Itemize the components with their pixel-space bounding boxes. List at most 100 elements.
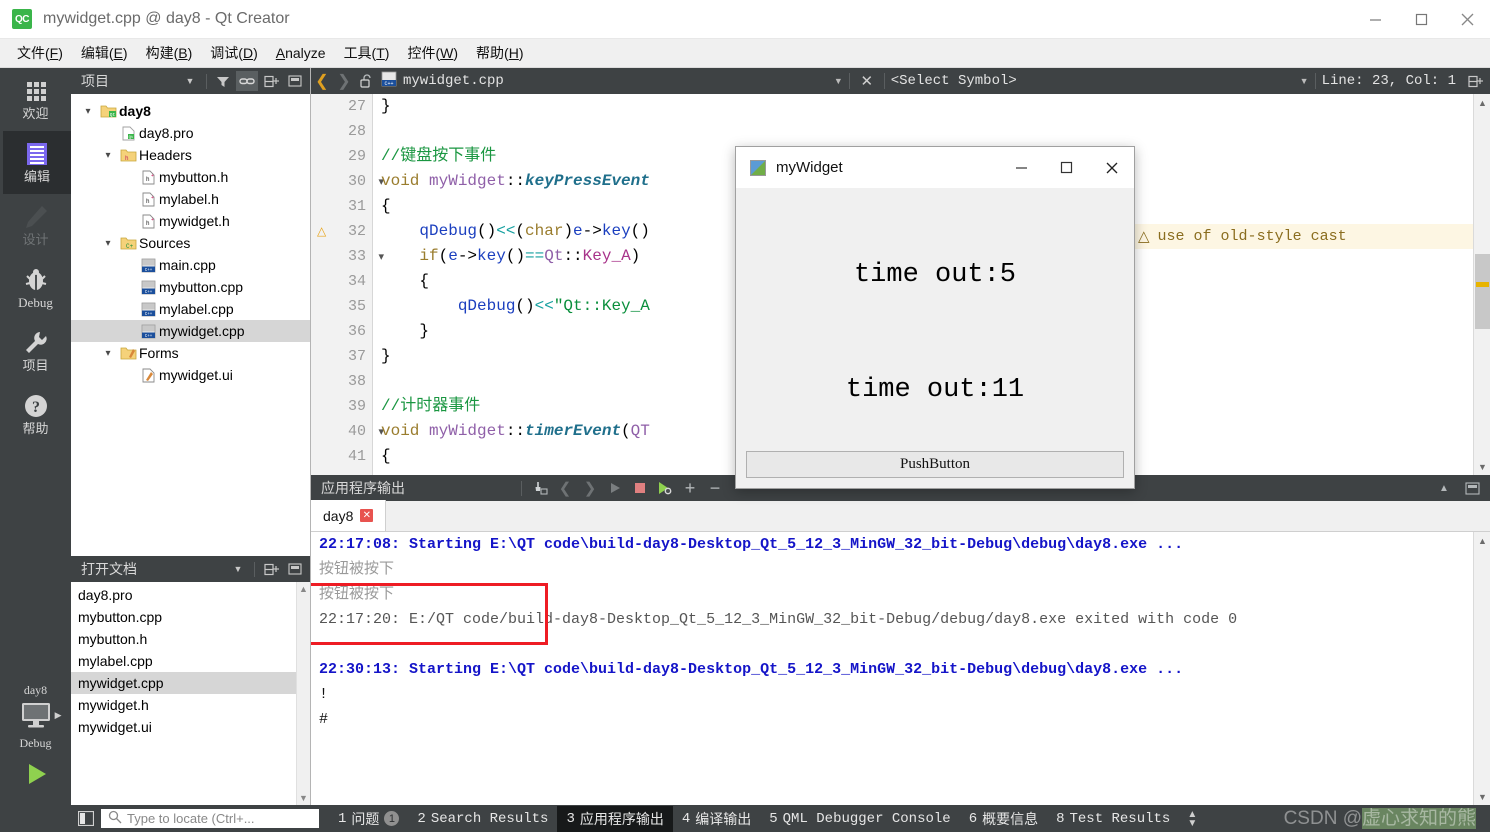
mywidget-dialog[interactable]: myWidget time out:5 time out:11 PushButt… xyxy=(735,146,1135,489)
chevron-down-icon[interactable]: ▾ xyxy=(99,238,117,249)
mode-编辑[interactable]: 编辑 xyxy=(0,131,71,194)
menu-item-3[interactable]: 调试(D) xyxy=(201,40,266,66)
scroll-down-arrow-icon[interactable]: ▼ xyxy=(1474,458,1490,475)
project-tree-item-mybutton-h[interactable]: h + mybutton.h xyxy=(71,166,310,188)
mode-欢迎[interactable]: 欢迎 xyxy=(0,68,71,131)
chevron-down-icon[interactable]: ▾ xyxy=(99,348,117,359)
zoom-in-icon[interactable]: + xyxy=(678,477,702,499)
statusbar-item-3[interactable]: 3 应用程序输出 xyxy=(557,805,673,832)
scroll-up-arrow-icon[interactable]: ▲ xyxy=(1474,532,1490,549)
mode-Debug[interactable]: Debug xyxy=(0,257,71,320)
close-pane-icon[interactable] xyxy=(284,71,306,91)
minimize-icon[interactable] xyxy=(1352,0,1398,39)
open-document-mybutton-cpp[interactable]: mybutton.cpp xyxy=(71,606,310,628)
statusbar-item-5[interactable]: 5 QML Debugger Console xyxy=(760,808,959,830)
statusbar-item-1[interactable]: 1 问题 1 xyxy=(329,806,408,832)
project-tree-item-Sources[interactable]: ▾ C+ Sources xyxy=(71,232,310,254)
zoom-out-icon[interactable]: − xyxy=(703,477,727,499)
project-tree-item-Forms[interactable]: ▾ Forms xyxy=(71,342,310,364)
editor-current-file[interactable]: C++ mywidget.cpp xyxy=(381,71,504,92)
menu-item-0[interactable]: 文件(F) xyxy=(8,40,72,66)
clean-pane-icon[interactable] xyxy=(528,477,552,499)
locator-input[interactable]: Type to locate (Ctrl+... xyxy=(101,809,319,828)
open-document-day8-pro[interactable]: day8.pro xyxy=(71,584,310,606)
minimize-icon[interactable] xyxy=(999,147,1044,188)
navigate-forward-icon[interactable]: ❯ xyxy=(333,70,355,92)
close-pane-icon[interactable] xyxy=(284,559,306,579)
output-text-area[interactable]: 22:17:08: Starting E:\QT code\build-day8… xyxy=(311,532,1490,805)
project-tree-item-mylabel-h[interactable]: h + mylabel.h xyxy=(71,188,310,210)
project-tree-item-Headers[interactable]: ▾ h Headers xyxy=(71,144,310,166)
open-document-mywidget-cpp[interactable]: mywidget.cpp xyxy=(71,672,310,694)
open-documents-list[interactable]: day8.pro mybutton.cpp mybutton.h mylabel.cp… xyxy=(71,582,310,738)
push-button[interactable]: PushButton xyxy=(746,451,1124,478)
maximize-pane-icon[interactable] xyxy=(1460,477,1484,499)
prev-item-icon[interactable]: ❮ xyxy=(553,477,577,499)
file-chooser-chevron-down-icon[interactable]: ▼ xyxy=(834,76,843,86)
editor-scrollbar[interactable]: ▲ ▼ xyxy=(1473,94,1490,475)
close-tab-icon[interactable]: ✕ xyxy=(360,509,374,522)
statusbar-item-4[interactable]: 4 编译输出 xyxy=(673,806,760,832)
run-icon[interactable] xyxy=(603,477,627,499)
pane-chooser-chevron-down-icon[interactable]: ▼ xyxy=(179,71,201,91)
next-item-icon[interactable]: ❯ xyxy=(578,477,602,499)
scroll-down-arrow-icon[interactable]: ▼ xyxy=(1474,788,1490,805)
maximize-icon[interactable] xyxy=(1044,147,1089,188)
mode-设计[interactable]: 设计 xyxy=(0,194,71,257)
statusbar-item-8[interactable]: 8 Test Results xyxy=(1047,808,1179,830)
scroll-up-arrow-icon[interactable]: ▲ xyxy=(1474,94,1490,111)
split-add-icon[interactable] xyxy=(260,71,282,91)
menu-item-2[interactable]: 构建(B) xyxy=(137,40,202,66)
maximize-icon[interactable] xyxy=(1398,0,1444,39)
open-document-mywidget-ui[interactable]: mywidget.ui xyxy=(71,716,310,738)
menu-item-5[interactable]: 工具(T) xyxy=(335,40,399,66)
code-line-27[interactable]: } xyxy=(373,94,1490,119)
sidebar-toggle-icon[interactable] xyxy=(75,809,97,828)
menu-item-1[interactable]: 编辑(E) xyxy=(72,40,137,66)
menu-item-7[interactable]: 帮助(H) xyxy=(467,40,532,66)
output-scrollbar[interactable]: ▲ ▼ xyxy=(1473,532,1490,805)
mode-帮助[interactable]: ? 帮助 xyxy=(0,383,71,446)
editor-close-icon[interactable]: ✕ xyxy=(856,70,878,92)
up-down-spinner-icon[interactable]: ▲ ▼ xyxy=(1187,809,1197,828)
line-number-gutter[interactable]: 27 28 29 30 ▾ 31 △ 32 33 ▾ 34 35 36 37 38 39 40 ▾ 41 xyxy=(311,94,384,475)
scroll-up-arrow-icon[interactable]: ▲ xyxy=(299,584,308,594)
collapse-chevron-icon[interactable]: ▲ xyxy=(1432,477,1456,499)
close-icon[interactable] xyxy=(1444,0,1490,39)
pane-chooser-chevron-down-icon[interactable]: ▼ xyxy=(227,559,249,579)
chevron-down-icon[interactable]: ▾ xyxy=(79,106,97,117)
statusbar-item-2[interactable]: 2 Search Results xyxy=(408,808,557,830)
open-document-mybutton-h[interactable]: mybutton.h xyxy=(71,628,310,650)
project-tree[interactable]: ▾ Qt day8 Qt day8.pro ▾ h Headers h + mybutton.h h +… xyxy=(71,94,310,386)
open-document-mywidget-h[interactable]: mywidget.h xyxy=(71,694,310,716)
code-line-28[interactable] xyxy=(373,119,1490,144)
scroll-down-arrow-icon[interactable]: ▼ xyxy=(299,793,308,803)
project-tree-item-day8-pro[interactable]: Qt day8.pro xyxy=(71,122,310,144)
close-icon[interactable] xyxy=(1089,147,1134,188)
kit-selector[interactable]: day8 ▶ Debug xyxy=(0,678,71,751)
menu-item-6[interactable]: 控件(W) xyxy=(398,40,467,66)
chevron-down-icon[interactable]: ▾ xyxy=(99,150,117,161)
project-tree-item-mylabel-cpp[interactable]: C++ mylabel.cpp xyxy=(71,298,310,320)
navigate-back-icon[interactable]: ❮ xyxy=(311,70,333,92)
statusbar-item-6[interactable]: 6 概要信息 xyxy=(960,806,1047,832)
opendocs-scrollbar[interactable]: ▲ ▼ xyxy=(296,582,310,805)
project-tree-item-mywidget-h[interactable]: h + mywidget.h xyxy=(71,210,310,232)
project-tree-item-mybutton-cpp[interactable]: C++ mybutton.cpp xyxy=(71,276,310,298)
mode-项目[interactable]: 项目 xyxy=(0,320,71,383)
rerun-debug-icon[interactable] xyxy=(653,477,677,499)
project-tree-item-day8[interactable]: ▾ Qt day8 xyxy=(71,100,310,122)
unlocked-icon[interactable] xyxy=(355,70,377,92)
link-sync-icon[interactable] xyxy=(236,71,258,91)
line-column-indicator[interactable]: Line: 23, Col: 1 xyxy=(1322,73,1456,89)
open-document-mylabel-cpp[interactable]: mylabel.cpp xyxy=(71,650,310,672)
split-add-icon[interactable] xyxy=(1464,70,1486,92)
stop-icon[interactable] xyxy=(628,477,652,499)
run-button[interactable] xyxy=(0,751,71,797)
project-tree-item-main-cpp[interactable]: C++ main.cpp xyxy=(71,254,310,276)
editor-scrollbar-thumb[interactable] xyxy=(1475,254,1490,329)
symbol-chooser-chevron-down-icon[interactable]: ▼ xyxy=(1300,76,1309,86)
project-tree-item-mywidget-cpp[interactable]: C++ mywidget.cpp xyxy=(71,320,310,342)
project-tree-item-mywidget-ui[interactable]: mywidget.ui xyxy=(71,364,310,386)
filter-icon[interactable] xyxy=(212,71,234,91)
